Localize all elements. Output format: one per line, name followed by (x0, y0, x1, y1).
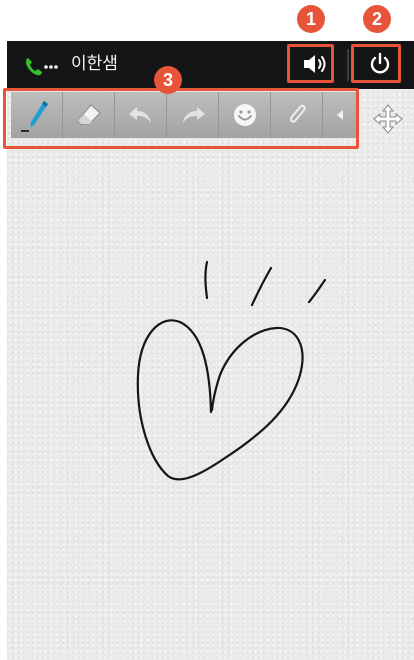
speaker-highlight-box (287, 44, 334, 83)
annotation-badge-1: 1 (297, 5, 325, 33)
annotation-badge-3: 3 (154, 66, 182, 94)
toolbar-highlight-box (3, 88, 359, 149)
annotation-badge-2: 2 (363, 5, 391, 33)
power-highlight-box (351, 44, 401, 83)
